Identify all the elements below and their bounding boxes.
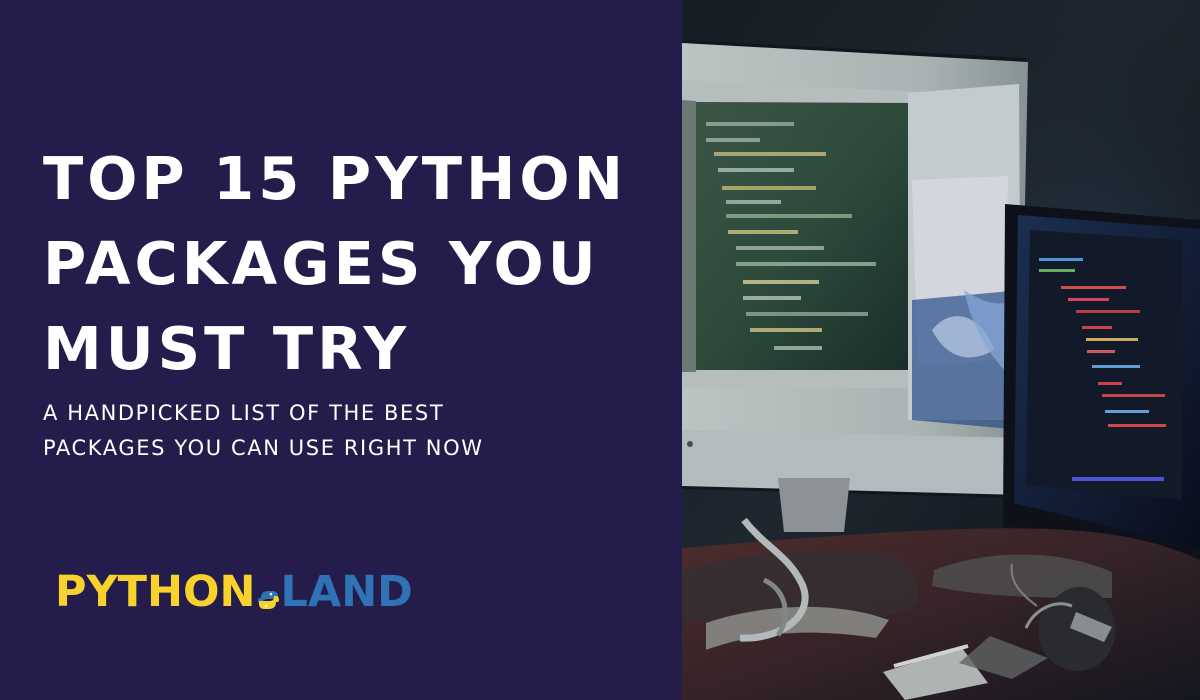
python-logo-icon — [257, 572, 280, 612]
logo-land-text: LAND — [280, 567, 413, 617]
subtitle-line-2: PACKAGES YOU CAN USE RIGHT NOW — [43, 436, 484, 460]
headline-line-3: MUST TRY — [43, 314, 411, 383]
article-banner: TOP 15 PYTHON PACKAGES YOU MUST TRY A HA… — [0, 0, 1200, 700]
logo-python-text: PYTHON — [55, 567, 256, 617]
computer-monitors-photo — [682, 0, 1200, 700]
headline-line-1: TOP 15 PYTHON — [43, 144, 627, 213]
subtitle-line-1: A HANDPICKED LIST OF THE BEST — [43, 401, 445, 425]
headline: TOP 15 PYTHON PACKAGES YOU MUST TRY — [43, 136, 663, 391]
headline-line-2: PACKAGES YOU — [43, 229, 600, 298]
python-land-logo: PYTHON LAND — [55, 562, 525, 622]
subtitle: A HANDPICKED LIST OF THE BEST PACKAGES Y… — [43, 396, 603, 466]
text-panel: TOP 15 PYTHON PACKAGES YOU MUST TRY A HA… — [0, 0, 682, 700]
